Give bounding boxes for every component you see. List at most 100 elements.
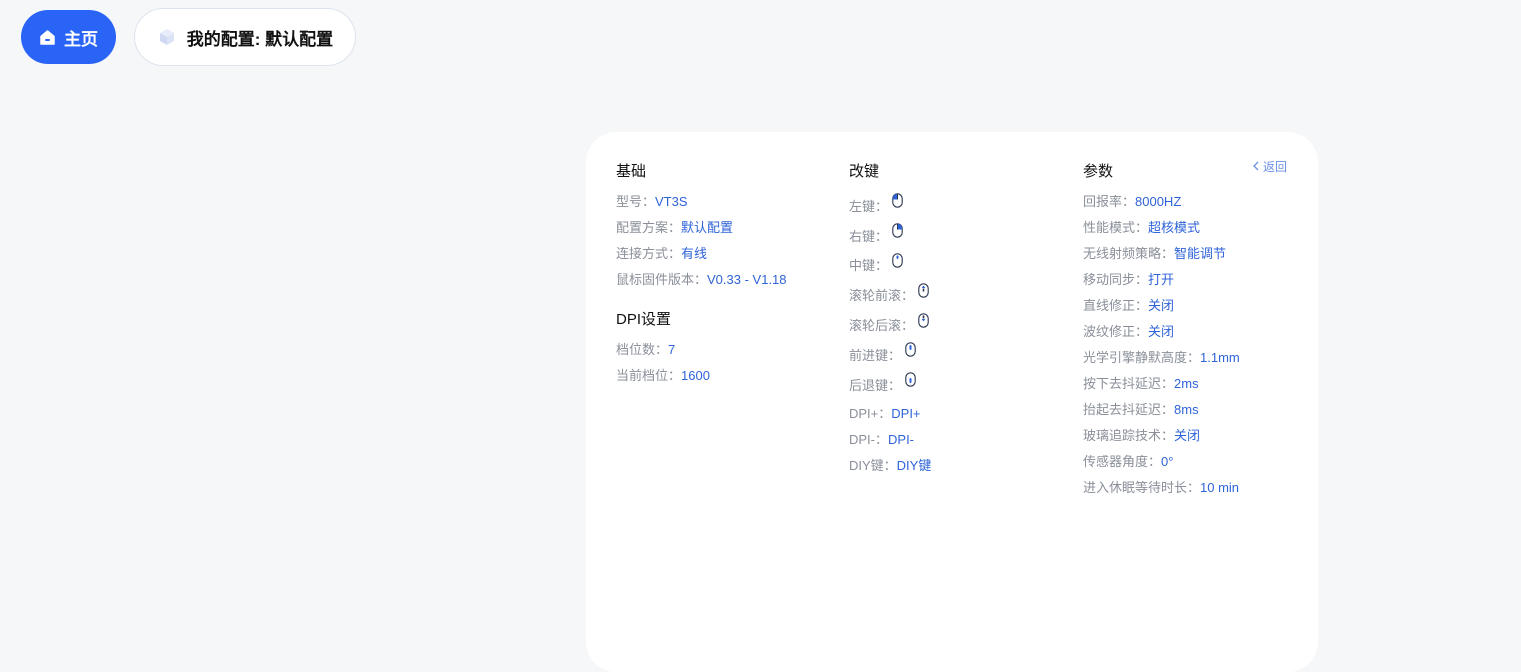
config-selector-button[interactable]: 我的配置: 默认配置: [134, 8, 356, 66]
dpi-row-levels: 档位数： 7: [616, 340, 836, 366]
row-value: 2ms: [1174, 376, 1199, 391]
row-value: 默认配置: [681, 220, 734, 235]
row-value: 0°: [1161, 454, 1174, 469]
row-label: 前进键：: [849, 347, 902, 363]
row-label: 鼠标固件版本：: [616, 272, 708, 287]
row-value: VT3S: [655, 194, 688, 209]
row-label: 滚轮前滚：: [849, 288, 915, 304]
mouse-middle-click-icon: [892, 253, 903, 274]
row-value: 关闭: [1174, 428, 1201, 443]
params-row: 按下去抖延迟： 2ms: [1083, 374, 1283, 400]
dpi-row-current: 当前档位： 1600: [616, 366, 836, 392]
row-value: 1.1mm: [1200, 350, 1240, 365]
row-label: 右键：: [849, 228, 889, 244]
row-label: 移动同步：: [1083, 272, 1149, 287]
params-row: 直线修正： 关闭: [1083, 296, 1283, 322]
row-label: 抬起去抖延迟：: [1083, 402, 1175, 417]
mouse-scroll-down-icon: [918, 312, 929, 334]
row-value: 8000HZ: [1135, 194, 1182, 209]
row-label: 滚轮后滚：: [849, 318, 915, 334]
params-row: 性能模式： 超核模式: [1083, 218, 1283, 244]
dpi-section: DPI设置 档位数： 7 当前档位： 1600: [616, 310, 836, 392]
params-row: 回报率： 8000HZ: [1083, 192, 1283, 218]
keymap-row-forward: 前进键：: [849, 341, 1069, 371]
row-value: DIY键: [896, 457, 932, 473]
row-label: 玻璃追踪技术：: [1083, 428, 1175, 443]
keymap-row-middle: 中键：: [849, 252, 1069, 282]
row-value: 关闭: [1148, 324, 1175, 339]
config-button-label: 我的配置: 默认配置: [186, 29, 334, 49]
row-value: 智能调节: [1174, 246, 1227, 261]
row-label: DPI-：: [849, 431, 889, 447]
basic-section: 基础 型号： VT3S 配置方案： 默认配置 连接方式： 有线 鼠标固件版本： …: [616, 162, 836, 392]
params-row: 无线射频策略： 智能调节: [1083, 244, 1283, 270]
keymap-row-right: 右键：: [849, 222, 1069, 252]
row-label: 性能模式：: [1083, 220, 1149, 235]
mouse-forward-icon: [905, 342, 916, 363]
row-label: DPI+：: [849, 405, 892, 421]
keymap-row-diy: DIY键： DIY键: [849, 453, 1069, 479]
row-label: 光学引擎静默高度：: [1083, 350, 1201, 365]
row-label: 波纹修正：: [1083, 324, 1149, 339]
row-label: 直线修正：: [1083, 298, 1149, 313]
keymap-row-scroll-down: 滚轮后滚：: [849, 311, 1069, 341]
keymap-section: 改键 左键： 右键： 中键： 滚轮前滚： 滚轮后滚： 前进键： 后退键： DPI…: [849, 162, 1069, 479]
row-value: DPI-: [888, 431, 915, 447]
top-nav: 主页 我的配置: 默认配置: [21, 8, 356, 66]
params-row: 玻璃追踪技术： 关闭: [1083, 426, 1283, 452]
row-label: 无线射频策略：: [1083, 246, 1175, 261]
keymap-row-left: 左键：: [849, 192, 1069, 222]
home-button-label: 主页: [64, 29, 98, 49]
mouse-back-icon: [905, 372, 916, 393]
row-value: 7: [668, 342, 676, 357]
params-row: 抬起去抖延迟： 8ms: [1083, 400, 1283, 426]
cube-icon: [157, 27, 177, 47]
row-label: DIY键：: [849, 457, 897, 473]
params-row: 波纹修正： 关闭: [1083, 322, 1283, 348]
basic-title: 基础: [616, 163, 647, 180]
basic-row-connection: 连接方式： 有线: [616, 244, 836, 270]
row-value: 关闭: [1148, 298, 1175, 313]
mouse-left-click-icon: [892, 193, 903, 214]
params-row: 光学引擎静默高度： 1.1mm: [1083, 348, 1283, 374]
row-label: 连接方式：: [616, 246, 682, 261]
row-value: 超核模式: [1148, 220, 1201, 235]
keymap-row-dpi-minus: DPI-： DPI-: [849, 427, 1069, 453]
row-label: 配置方案：: [616, 220, 682, 235]
home-icon: [39, 29, 56, 46]
row-label: 后退键：: [849, 377, 902, 393]
keymap-row-dpi-plus: DPI+： DPI+: [849, 401, 1069, 427]
row-value: 打开: [1148, 272, 1175, 287]
row-label: 进入休眠等待时长：: [1083, 480, 1201, 495]
keymap-row-scroll-up: 滚轮前滚：: [849, 281, 1069, 311]
row-value: DPI+: [891, 405, 921, 421]
row-value: V0.33 - V1.18: [707, 272, 787, 287]
params-row: 传感器角度： 0°: [1083, 452, 1283, 478]
row-label: 中键：: [849, 258, 889, 274]
config-summary-card: 返回 基础 型号： VT3S 配置方案： 默认配置 连接方式： 有线 鼠标固件版…: [586, 132, 1318, 672]
mouse-scroll-up-icon: [918, 283, 929, 304]
row-label: 回报率：: [1083, 194, 1136, 209]
basic-row-firmware: 鼠标固件版本： V0.33 - V1.18: [616, 270, 836, 296]
params-row: 移动同步： 打开: [1083, 270, 1283, 296]
row-value: 1600: [681, 368, 710, 383]
mouse-right-click-icon: [892, 223, 903, 244]
row-label: 当前档位：: [616, 368, 682, 383]
row-value: 有线: [681, 246, 708, 261]
basic-row-model: 型号： VT3S: [616, 192, 836, 218]
row-label: 左键：: [849, 198, 889, 214]
params-section: 参数 回报率： 8000HZ 性能模式： 超核模式 无线射频策略： 智能调节 移…: [1083, 162, 1283, 504]
row-label: 按下去抖延迟：: [1083, 376, 1175, 391]
row-value: 8ms: [1174, 402, 1199, 417]
basic-row-profile: 配置方案： 默认配置: [616, 218, 836, 244]
home-button[interactable]: 主页: [21, 10, 116, 64]
keymap-title: 改键: [849, 163, 880, 180]
dpi-title: DPI设置: [616, 311, 672, 328]
row-value: 10 min: [1200, 480, 1240, 495]
params-row: 进入休眠等待时长： 10 min: [1083, 478, 1283, 504]
row-label: 档位数：: [616, 342, 669, 357]
keymap-row-back: 后退键：: [849, 371, 1069, 401]
row-label: 传感器角度：: [1083, 454, 1162, 469]
row-label: 型号：: [616, 194, 656, 209]
params-title: 参数: [1083, 163, 1114, 180]
